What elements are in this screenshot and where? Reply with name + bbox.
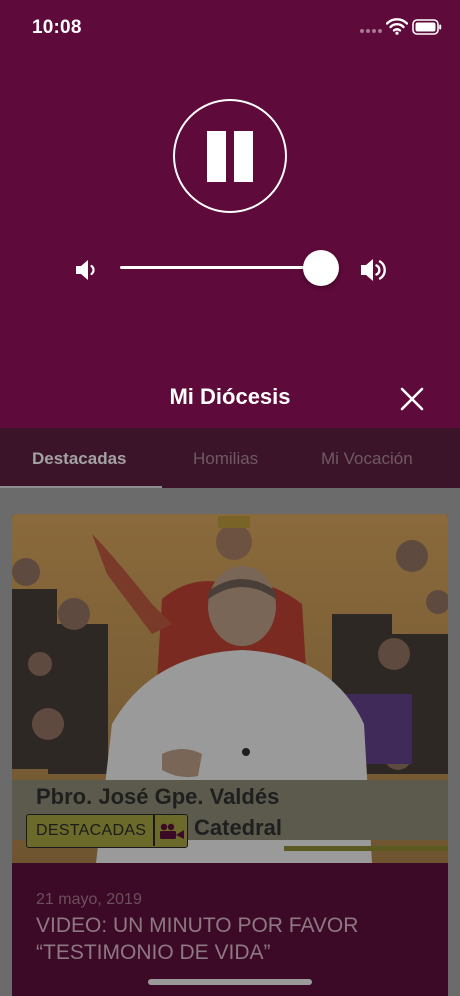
tab-destacadas[interactable]: Destacadas: [32, 449, 127, 469]
status-time: 10:08: [32, 17, 82, 38]
pause-button[interactable]: [173, 99, 287, 213]
close-icon[interactable]: [398, 385, 426, 413]
home-indicator[interactable]: [148, 979, 312, 985]
cellular-signal-icon: [360, 29, 382, 35]
video-card[interactable]: Pbro. José Gpe. Valdés Catedral DESTACAD…: [12, 514, 448, 996]
volume-slider-thumb[interactable]: [303, 250, 339, 286]
wifi-icon: [386, 18, 408, 35]
badge-label: DESTACADAS: [36, 822, 147, 839]
status-bar: 10:08: [0, 0, 460, 56]
volume-low-icon[interactable]: [74, 257, 96, 283]
tab-bar: Destacadas Homilias Mi Vocación: [0, 428, 460, 488]
pause-icon: [207, 131, 226, 182]
category-badge: DESTACADAS: [26, 814, 188, 848]
active-tab-indicator: [0, 486, 162, 488]
tab-homilias[interactable]: Homilias: [193, 449, 258, 469]
video-thumbnail: Pbro. José Gpe. Valdés Catedral DESTACAD…: [12, 514, 448, 863]
content-area: Destacadas Homilias Mi Vocación Pbro. Jo…: [0, 428, 460, 996]
tab-mi-vocacion[interactable]: Mi Vocación: [321, 449, 413, 469]
battery-icon: [412, 19, 442, 35]
video-caption-name: Pbro. José Gpe. Valdés: [36, 784, 279, 809]
page-title: Mi Diócesis: [169, 384, 291, 409]
video-camera-icon: [160, 823, 184, 839]
card-date: 21 mayo, 2019: [36, 891, 142, 908]
video-caption-place: Catedral: [194, 815, 282, 840]
audio-player-panel: 10:08 Mi Diócesis: [0, 0, 460, 428]
volume-high-icon[interactable]: [359, 254, 389, 286]
volume-slider-track[interactable]: [120, 266, 320, 269]
card-title: VIDEO: UN MINUTO POR FAVOR “TESTIMONIO D…: [36, 914, 359, 964]
